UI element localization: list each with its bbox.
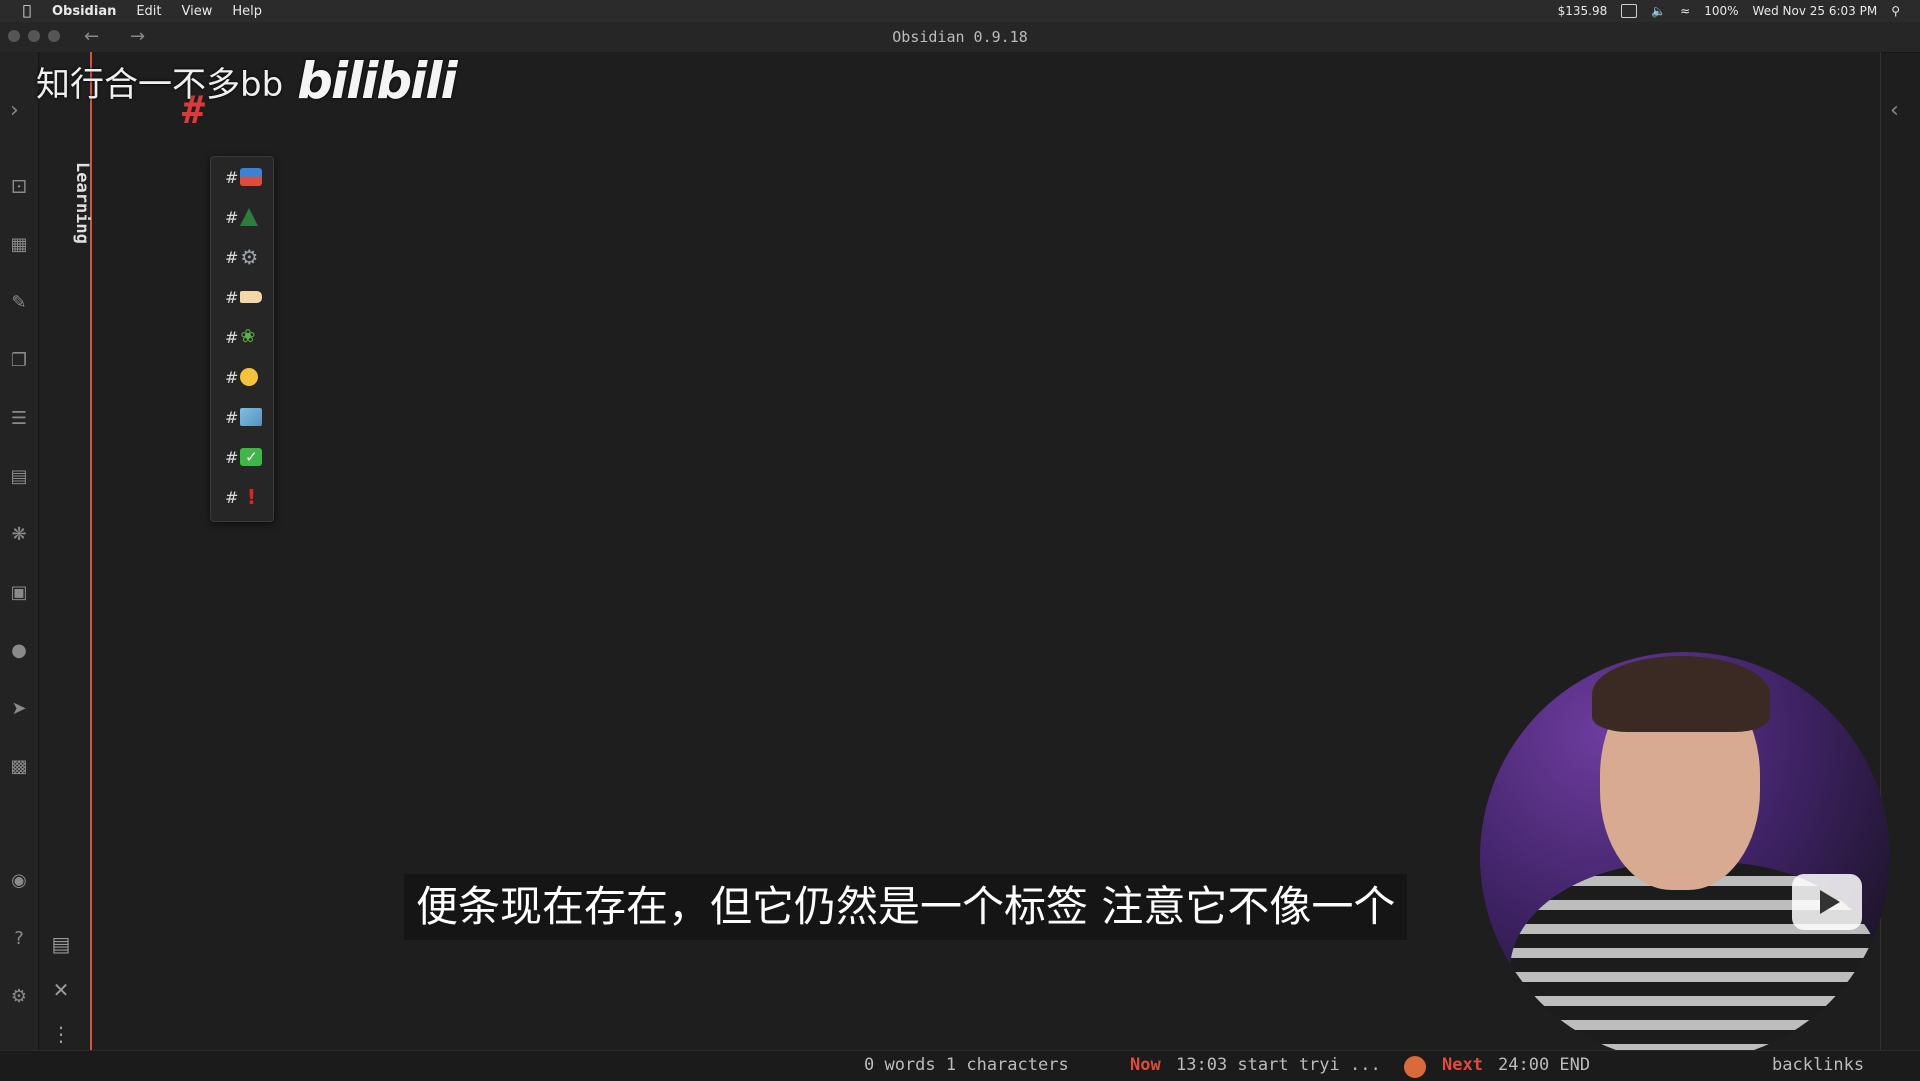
status-bar: 0 words 1 characters Now 13:03 start try… xyxy=(0,1050,1920,1081)
video-subtitle: 便条现在存在，但它仍然是一个标签 注意它不像一个 xyxy=(404,874,1408,940)
next-label: Next xyxy=(1442,1055,1483,1075)
settings-gear-icon[interactable]: ⚙ xyxy=(8,986,30,1008)
microphone-icon[interactable]: ● xyxy=(8,640,30,662)
exclamation-emoji-icon: ! xyxy=(246,485,256,509)
suggestion-item[interactable]: # ⚙ xyxy=(211,237,273,277)
outline-icon[interactable]: ▤ xyxy=(50,932,72,956)
suggestion-prefix: # xyxy=(225,287,239,307)
pencil-icon[interactable]: ✎ xyxy=(8,292,30,314)
suggestion-prefix: # xyxy=(225,367,239,387)
suggestion-item[interactable]: # xyxy=(211,397,273,437)
sidebar-vertical-label[interactable]: Learning xyxy=(72,162,92,244)
play-video-icon[interactable] xyxy=(1792,874,1862,930)
dice-icon[interactable]: ⚀ xyxy=(8,177,30,199)
more-options-icon[interactable]: ⋮ xyxy=(50,1022,72,1046)
tag-suggestion-popup: # # # ⚙ # # ❀ # # # ✓ # ! xyxy=(210,156,274,522)
send-icon[interactable]: ➤ xyxy=(8,698,30,720)
clock[interactable]: Wed Nov 25 6:03 PM xyxy=(1753,4,1878,18)
menubar-status-area: $135.98 🔈 ≈ 100% Wed Nov 25 6:03 PM ⚲ xyxy=(1558,4,1920,18)
suggestion-prefix: # xyxy=(225,407,239,427)
menu-view[interactable]: View xyxy=(172,4,223,19)
list-icon[interactable]: ☰ xyxy=(8,408,30,430)
suggestion-prefix: # xyxy=(225,447,239,467)
inbox-emoji-icon xyxy=(240,168,263,186)
expand-right-sidebar-icon[interactable]: ‹ xyxy=(1890,98,1899,123)
label-emoji-icon xyxy=(240,291,263,303)
window-title: Obsidian 0.9.18 xyxy=(892,28,1028,46)
suggestion-item[interactable]: # ✓ xyxy=(211,437,273,477)
camera-icon[interactable]: ◉ xyxy=(8,870,30,892)
close-icon[interactable]: ✕ xyxy=(50,978,72,1002)
suggestion-prefix: # xyxy=(225,247,239,267)
suggestion-prefix: # xyxy=(225,207,239,227)
left-sidebar-collapsed: Learning ▤ ✕ ⋮ xyxy=(40,52,92,1050)
graph-view-icon[interactable]: ❋ xyxy=(8,524,30,546)
menu-edit[interactable]: Edit xyxy=(126,4,171,19)
suggestion-item[interactable]: # xyxy=(211,157,273,197)
window-titlebar: ← → Obsidian 0.9.18 xyxy=(0,22,1920,53)
next-value[interactable]: 24:00 END xyxy=(1498,1055,1590,1075)
menu-app-name[interactable]: Obsidian xyxy=(42,4,126,19)
gear-emoji-icon: ⚙ xyxy=(240,245,259,269)
calendar-icon[interactable]: ▣ xyxy=(8,582,30,604)
display-icon[interactable] xyxy=(1621,4,1638,18)
macos-menubar:  Obsidian Edit View Help $135.98 🔈 ≈ 10… xyxy=(0,0,1920,22)
suggestion-prefix: # xyxy=(225,487,239,507)
spotlight-search-icon[interactable]: ⚲ xyxy=(1891,4,1900,18)
now-value[interactable]: 13:03 start tryi ... xyxy=(1176,1055,1381,1075)
now-label: Now xyxy=(1130,1055,1161,1075)
kanban-icon[interactable]: ▩ xyxy=(8,756,30,778)
suggestion-item[interactable]: # xyxy=(211,357,273,397)
battery-percent[interactable]: 100% xyxy=(1704,4,1738,18)
seedling-emoji-icon: ❀ xyxy=(240,326,256,347)
suggestion-item[interactable]: # xyxy=(211,277,273,317)
expand-left-sidebar-icon[interactable]: › xyxy=(10,98,19,123)
table-icon[interactable]: ▦ xyxy=(8,234,30,256)
map-emoji-icon xyxy=(240,408,263,426)
word-count: 0 words 1 characters xyxy=(864,1055,1069,1075)
timer-dot-icon[interactable] xyxy=(1404,1056,1426,1078)
bilibili-logo: bilibili xyxy=(297,52,457,110)
video-watermark: 知行合一不多bb bilibili xyxy=(36,52,458,110)
volume-icon[interactable]: 🔈 xyxy=(1651,4,1666,18)
evergreen-tree-emoji-icon xyxy=(240,208,259,226)
menu-help[interactable]: Help xyxy=(222,4,272,19)
suggestion-item[interactable]: # ! xyxy=(211,477,273,517)
copy-icon[interactable]: ❐ xyxy=(8,350,30,372)
price-ticker[interactable]: $135.98 xyxy=(1558,4,1608,18)
suggestion-item[interactable]: # ❀ xyxy=(211,317,273,357)
presenter-hair xyxy=(1592,656,1770,732)
wifi-icon[interactable]: ≈ xyxy=(1680,4,1690,18)
check-mark-emoji-icon: ✓ xyxy=(240,448,263,466)
webcam-overlay xyxy=(1480,652,1890,1062)
suggestion-prefix: # xyxy=(225,167,239,187)
left-ribbon: ⚀ ▦ ✎ ❐ ☰ ▤ ❋ ▣ ● ➤ ▩ ◉ ? ⚙ xyxy=(0,52,39,1050)
neutral-face-emoji-icon xyxy=(240,368,259,386)
backlinks-count[interactable]: backlinks xyxy=(1772,1055,1864,1075)
help-icon[interactable]: ? xyxy=(8,928,30,950)
suggestion-item[interactable]: # xyxy=(211,197,273,237)
document-icon[interactable]: ▤ xyxy=(8,466,30,488)
suggestion-prefix: # xyxy=(225,327,239,347)
apple-icon[interactable]:  xyxy=(12,3,42,19)
watermark-text: 知行合一不多bb xyxy=(36,64,284,105)
